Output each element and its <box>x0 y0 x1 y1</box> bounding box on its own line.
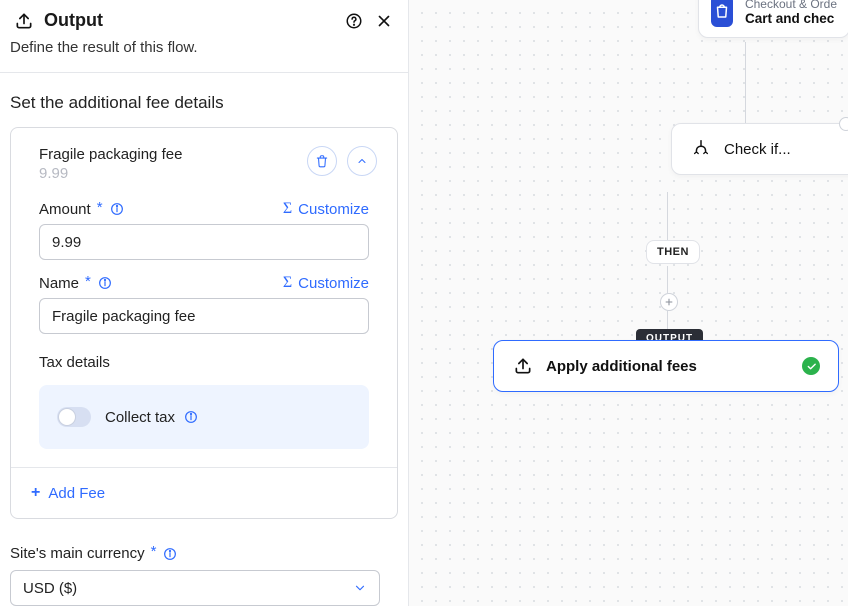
name-label: Name * <box>39 275 113 292</box>
name-field-block: Name * Σ Customize <box>11 268 397 342</box>
fee-name-display: Fragile packaging fee <box>39 146 297 163</box>
flow-canvas[interactable]: Checkout & Orde Cart and chec Check if..… <box>409 0 848 606</box>
customize-name-link[interactable]: Σ Customize <box>283 274 369 292</box>
branch-icon <box>690 138 712 160</box>
panel-header: Output <box>0 0 408 39</box>
fee-amount-display: 9.99 <box>39 165 297 182</box>
check-if-label: Check if... <box>724 141 791 158</box>
section-title: Set the additional fee details <box>0 73 408 127</box>
success-badge-icon <box>802 357 820 375</box>
output-panel: Output Define the result of this flow. S… <box>0 0 409 606</box>
amount-label: Amount * <box>39 201 125 218</box>
required-asterisk: * <box>151 543 157 560</box>
check-if-node[interactable]: Check if... <box>671 123 848 175</box>
trigger-node[interactable]: Checkout & Orde Cart and chec <box>698 0 848 38</box>
output-icon <box>14 11 34 31</box>
output-node[interactable]: Apply additional fees <box>493 340 839 392</box>
edge <box>667 266 668 293</box>
shopping-bag-icon <box>711 0 733 27</box>
add-step-button[interactable] <box>660 293 678 311</box>
trigger-category: Checkout & Orde <box>745 0 837 11</box>
info-icon[interactable] <box>183 409 199 425</box>
edge <box>745 42 746 123</box>
chevron-down-icon <box>353 581 367 595</box>
fee-card-header: Fragile packaging fee 9.99 <box>11 128 397 194</box>
sigma-icon: Σ <box>283 200 292 218</box>
toggle-knob <box>58 408 76 426</box>
tax-details-label: Tax details <box>11 342 397 379</box>
tax-box: Collect tax <box>39 385 369 449</box>
amount-input[interactable] <box>39 224 369 260</box>
node-port[interactable] <box>839 117 848 131</box>
amount-field-block: Amount * Σ Customize <box>11 194 397 268</box>
info-icon[interactable] <box>162 546 178 562</box>
help-icon[interactable] <box>344 11 364 31</box>
collect-tax-toggle[interactable] <box>57 407 91 427</box>
sigma-icon: Σ <box>283 274 292 292</box>
panel-title: Output <box>44 10 334 31</box>
output-node-label: Apply additional fees <box>546 358 697 375</box>
fee-card: Fragile packaging fee 9.99 Amount * <box>10 127 398 519</box>
required-asterisk: * <box>85 273 91 290</box>
collect-tax-label: Collect tax <box>105 409 199 426</box>
trash-icon <box>315 154 329 168</box>
currency-block: Site's main currency * USD ($) <box>0 533 408 606</box>
panel-subtitle: Define the result of this flow. <box>0 39 408 72</box>
collapse-fee-button[interactable] <box>347 146 377 176</box>
then-pill: THEN <box>646 240 700 264</box>
name-input[interactable] <box>39 298 369 334</box>
currency-label: Site's main currency * <box>10 545 178 562</box>
output-icon <box>512 355 534 377</box>
customize-amount-link[interactable]: Σ Customize <box>283 200 369 218</box>
add-fee-button[interactable]: + Add Fee <box>11 468 397 518</box>
plus-icon: + <box>31 484 40 502</box>
close-icon[interactable] <box>374 11 394 31</box>
trigger-name: Cart and chec <box>745 11 837 26</box>
chevron-up-icon <box>356 155 368 167</box>
edge <box>667 192 668 240</box>
info-icon[interactable] <box>97 275 113 291</box>
info-icon[interactable] <box>109 201 125 217</box>
delete-fee-button[interactable] <box>307 146 337 176</box>
currency-value: USD ($) <box>23 580 77 597</box>
required-asterisk: * <box>97 199 103 216</box>
currency-select[interactable]: USD ($) <box>10 570 398 606</box>
